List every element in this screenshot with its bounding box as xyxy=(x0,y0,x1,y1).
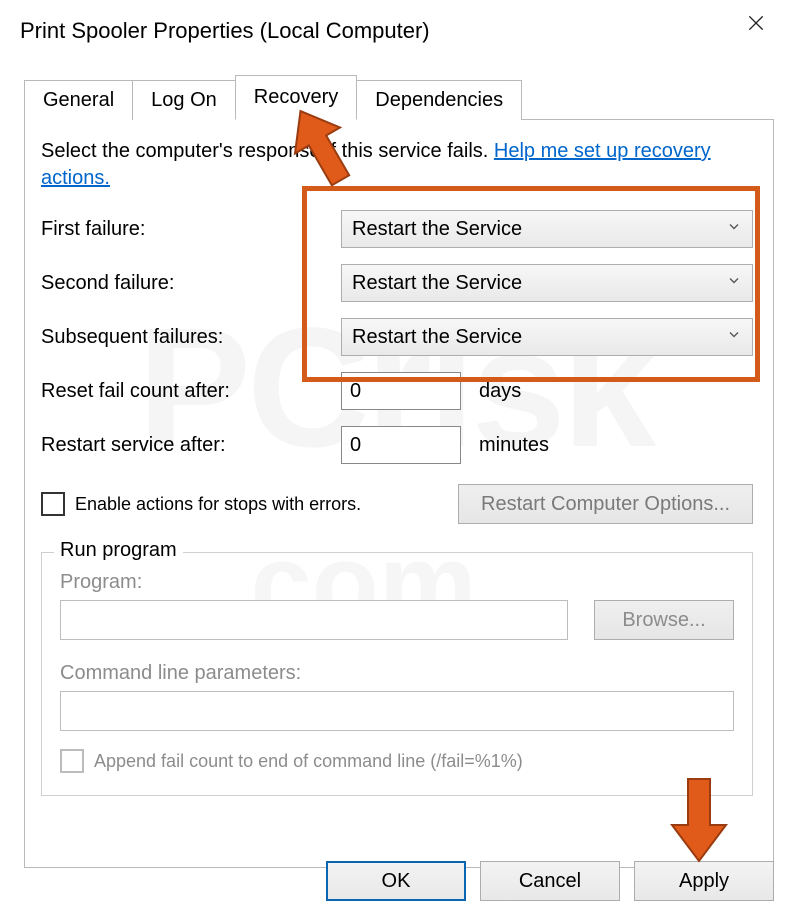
restart-computer-options-button[interactable]: Restart Computer Options... xyxy=(458,484,753,524)
second-failure-value: Restart the Service xyxy=(352,272,522,295)
enable-actions-label: Enable actions for stops with errors. xyxy=(75,494,458,515)
restart-after-input[interactable] xyxy=(341,426,461,464)
window-title: Print Spooler Properties (Local Computer… xyxy=(20,18,736,44)
append-label: Append fail count to end of command line… xyxy=(94,751,523,772)
close-icon[interactable] xyxy=(736,11,776,51)
second-failure-select[interactable]: Restart the Service xyxy=(341,264,753,302)
reset-count-label: Reset fail count after: xyxy=(41,380,341,403)
subsequent-failures-label: Subsequent failures: xyxy=(41,326,341,349)
first-failure-label: First failure: xyxy=(41,218,341,241)
row-first-failure: First failure: Restart the Service xyxy=(41,210,753,248)
program-label: Program: xyxy=(60,571,734,594)
intro-text: Select the computer's response if this s… xyxy=(41,138,753,192)
program-input[interactable] xyxy=(60,600,568,640)
cancel-button[interactable]: Cancel xyxy=(480,861,620,901)
cmdline-input[interactable] xyxy=(60,691,734,731)
tab-recovery[interactable]: Recovery xyxy=(235,75,357,120)
first-failure-select[interactable]: Restart the Service xyxy=(341,210,753,248)
row-reset-count: Reset fail count after: days xyxy=(41,372,753,410)
run-program-legend: Run program xyxy=(54,539,183,562)
enable-actions-row: Enable actions for stops with errors. Re… xyxy=(41,484,753,524)
tab-logon[interactable]: Log On xyxy=(132,80,236,120)
apply-button[interactable]: Apply xyxy=(634,861,774,901)
reset-count-unit: days xyxy=(479,380,521,403)
titlebar: Print Spooler Properties (Local Computer… xyxy=(0,0,790,54)
enable-actions-checkbox[interactable] xyxy=(41,492,65,516)
chevron-down-icon xyxy=(726,272,742,295)
restart-after-unit: minutes xyxy=(479,434,549,457)
chevron-down-icon xyxy=(726,218,742,241)
append-row: Append fail count to end of command line… xyxy=(60,749,734,773)
row-second-failure: Second failure: Restart the Service xyxy=(41,264,753,302)
reset-count-input[interactable] xyxy=(341,372,461,410)
append-checkbox[interactable] xyxy=(60,749,84,773)
restart-after-label: Restart service after: xyxy=(41,434,341,457)
tab-general[interactable]: General xyxy=(24,80,133,120)
row-restart-after: Restart service after: minutes xyxy=(41,426,753,464)
subsequent-failures-value: Restart the Service xyxy=(352,326,522,349)
run-program-group: Run program Program: Browse... Command l… xyxy=(41,552,753,796)
cmdline-label: Command line parameters: xyxy=(60,662,734,685)
row-subsequent-failures: Subsequent failures: Restart the Service xyxy=(41,318,753,356)
tab-dependencies[interactable]: Dependencies xyxy=(356,80,522,120)
chevron-down-icon xyxy=(726,326,742,349)
recovery-pane: Select the computer's response if this s… xyxy=(24,120,774,868)
second-failure-label: Second failure: xyxy=(41,272,341,295)
subsequent-failures-select[interactable]: Restart the Service xyxy=(341,318,753,356)
browse-button[interactable]: Browse... xyxy=(594,600,734,640)
dialog-footer: OK Cancel Apply xyxy=(326,861,774,901)
first-failure-value: Restart the Service xyxy=(352,218,522,241)
ok-button[interactable]: OK xyxy=(326,861,466,901)
tab-bar: General Log On Recovery Dependencies xyxy=(24,74,774,120)
intro-pre: Select the computer's response if this s… xyxy=(41,140,494,162)
